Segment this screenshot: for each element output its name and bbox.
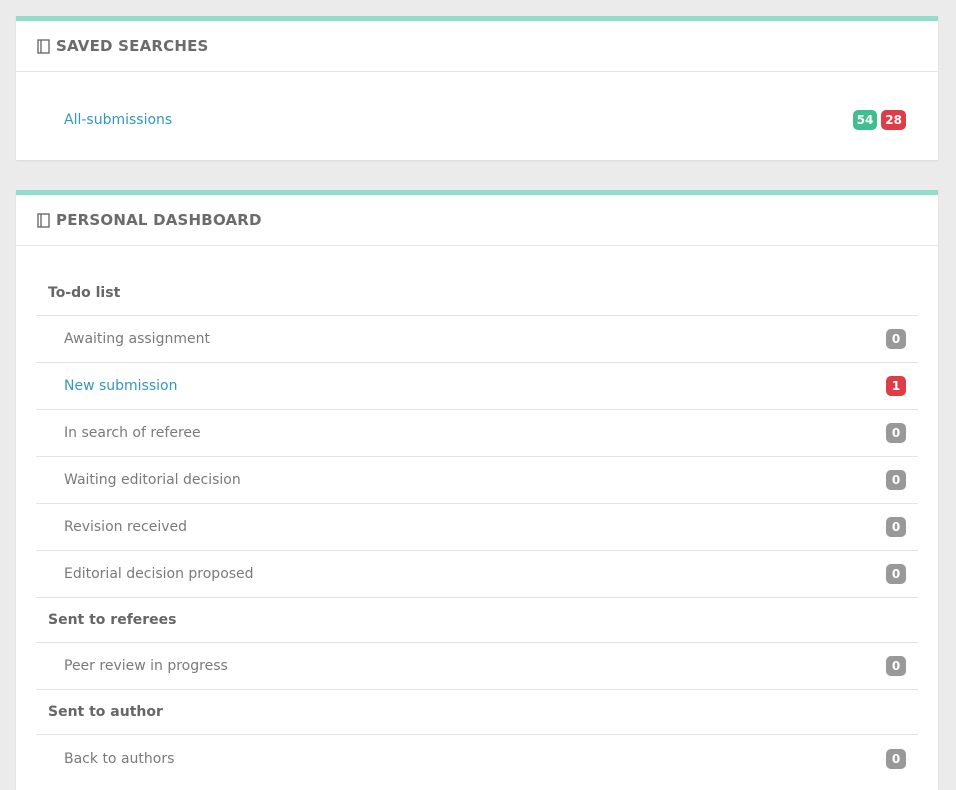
dashboard-list: To-do list Awaiting assignment 0 New sub… bbox=[36, 271, 918, 782]
personal-dashboard-header: PERSONAL DASHBOARD bbox=[16, 195, 938, 246]
list-item: In search of referee 0 bbox=[36, 410, 918, 457]
count-badge-green: 54 bbox=[852, 110, 878, 130]
count-badge: 0 bbox=[886, 470, 906, 490]
list-item: Awaiting assignment 0 bbox=[36, 316, 918, 363]
list-item: New submission 1 bbox=[36, 363, 918, 410]
list-item: Waiting editorial decision 0 bbox=[36, 457, 918, 504]
personal-dashboard-panel: PERSONAL DASHBOARD To-do list Awaiting a… bbox=[16, 190, 938, 790]
list-item-label: Back to authors bbox=[64, 750, 175, 767]
list-item-label: Revision received bbox=[64, 519, 188, 535]
count-badge: 0 bbox=[886, 329, 906, 349]
list-item: Back to authors 0 bbox=[36, 735, 918, 782]
count-badge: 1 bbox=[886, 376, 906, 396]
saved-search-item: All-submissions 54 28 bbox=[16, 105, 938, 135]
list-item-label: Editorial decision proposed bbox=[64, 566, 254, 582]
section-heading-todo: To-do list bbox=[36, 271, 918, 316]
count-badge: 0 bbox=[886, 423, 906, 443]
saved-searches-panel: SAVED SEARCHES All-submissions 54 28 bbox=[16, 16, 938, 160]
personal-dashboard-title: PERSONAL DASHBOARD bbox=[56, 211, 262, 229]
count-badge-red: 28 bbox=[881, 110, 906, 130]
count-badge: 0 bbox=[886, 656, 906, 676]
book-icon bbox=[37, 38, 50, 54]
all-submissions-link[interactable]: All-submissions bbox=[64, 112, 172, 128]
saved-searches-header: SAVED SEARCHES bbox=[16, 21, 938, 72]
count-badge: 0 bbox=[886, 564, 906, 584]
list-item: Revision received 0 bbox=[36, 504, 918, 551]
book-icon bbox=[37, 212, 50, 228]
list-item-label: Waiting editorial decision bbox=[64, 472, 241, 488]
section-heading-referees: Sent to referees bbox=[36, 598, 918, 643]
new-submission-link[interactable]: New submission bbox=[64, 378, 177, 394]
count-badge: 0 bbox=[886, 748, 906, 769]
count-badge: 0 bbox=[886, 517, 906, 537]
list-item: Editorial decision proposed 0 bbox=[36, 551, 918, 598]
list-item: Peer review in progress 0 bbox=[36, 643, 918, 690]
section-heading-author: Sent to author bbox=[36, 690, 918, 735]
list-item-label: Awaiting assignment bbox=[64, 331, 210, 347]
list-item-label: In search of referee bbox=[64, 425, 201, 441]
saved-searches-title: SAVED SEARCHES bbox=[56, 37, 209, 55]
list-item-label: Peer review in progress bbox=[64, 658, 228, 674]
